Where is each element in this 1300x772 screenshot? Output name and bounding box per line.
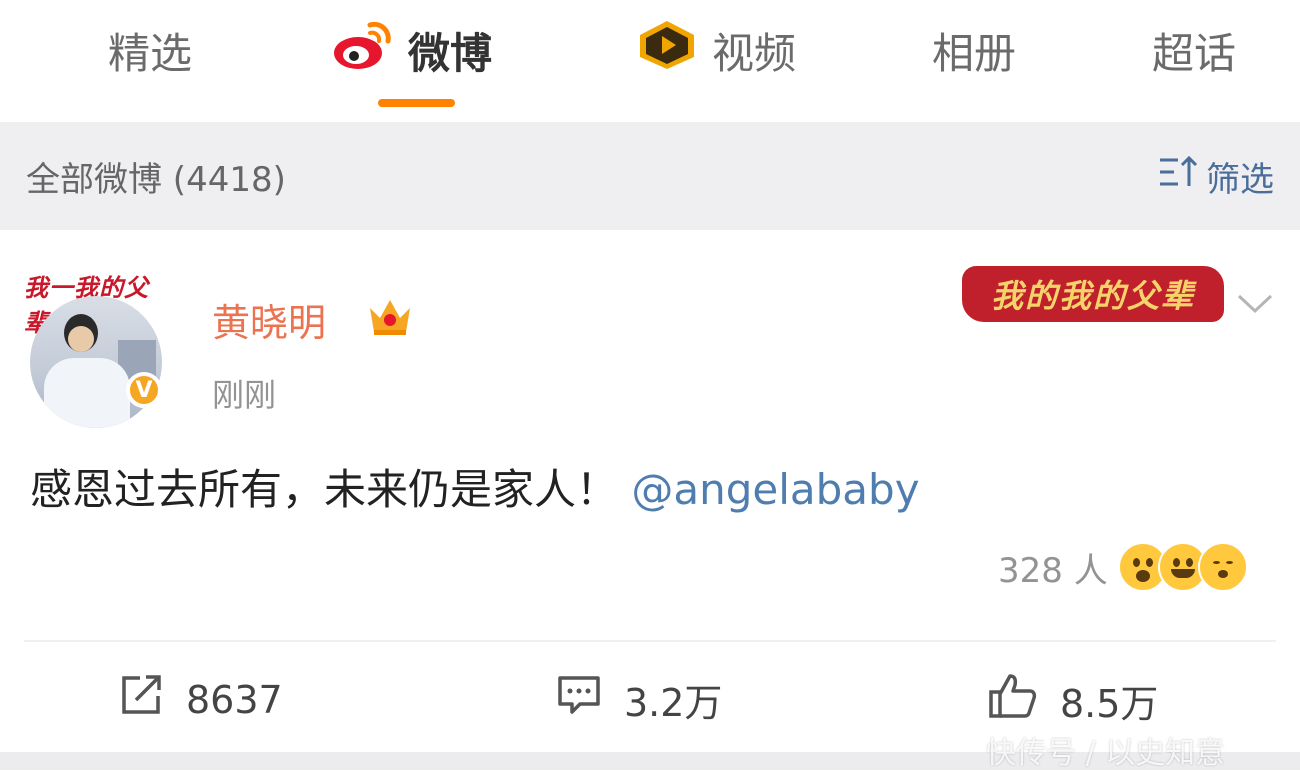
post-username[interactable]: 黄晓明 xyxy=(212,292,326,347)
post-timestamp: 刚刚 xyxy=(212,376,277,414)
comment-icon xyxy=(556,672,624,727)
tab-label: 微博 xyxy=(408,28,493,78)
filter-button-label: 筛选 xyxy=(1206,160,1274,200)
comment-button[interactable]: 3.2万 xyxy=(556,672,722,727)
verified-badge: V xyxy=(126,372,162,408)
tab-featured[interactable]: 精选 xyxy=(108,18,192,82)
post-content: 感恩过去所有，未来仍是家人！ @angelababy xyxy=(30,456,920,517)
repost-icon xyxy=(118,672,186,727)
reactions-count: 328 人 xyxy=(998,550,1108,591)
filter-button[interactable]: 筛选 xyxy=(1158,152,1274,201)
tab-label: 超话 xyxy=(1152,28,1237,78)
repost-button[interactable]: 8637 xyxy=(118,672,283,727)
crown-icon xyxy=(366,296,414,342)
comment-count: 3.2万 xyxy=(624,681,723,725)
avatar-photo xyxy=(30,296,162,428)
promo-banner[interactable]: 我的我的父辈 xyxy=(962,266,1224,322)
weibo-logo-icon xyxy=(332,19,394,81)
like-icon xyxy=(988,672,1060,729)
active-tab-indicator xyxy=(378,99,455,107)
like-count: 8.5万 xyxy=(1060,682,1159,726)
tab-label: 精选 xyxy=(108,28,193,78)
tab-album[interactable]: 相册 xyxy=(932,18,1016,82)
filter-sort-icon xyxy=(1158,154,1206,199)
tab-label: 相册 xyxy=(932,28,1017,78)
top-tab-bar: 精选 微博 视频 相册 超话 xyxy=(0,0,1300,120)
avatar[interactable]: 我一我的父辈 V xyxy=(18,264,173,428)
tab-label: 视频 xyxy=(712,28,797,78)
watermark: 快传号 / 以史知意 xyxy=(986,736,1226,771)
tab-weibo[interactable]: 微博 xyxy=(332,18,492,82)
tab-video[interactable]: 视频 xyxy=(636,18,796,82)
repost-count: 8637 xyxy=(186,677,283,722)
like-button[interactable]: 8.5万 xyxy=(988,672,1158,729)
chevron-down-icon[interactable] xyxy=(1236,292,1274,320)
mention-link[interactable]: @angelababy xyxy=(631,465,919,514)
reactions-summary[interactable]: 328 人 xyxy=(998,542,1248,592)
video-play-icon xyxy=(636,19,698,81)
tab-supertopic[interactable]: 超话 xyxy=(1152,18,1236,82)
post-text: 感恩过去所有，未来仍是家人！ xyxy=(30,465,619,514)
all-posts-count: 全部微博 (4418) xyxy=(26,160,286,200)
filter-bar: 全部微博 (4418) 筛选 xyxy=(0,122,1300,230)
post-card: 我一我的父辈 V 黄晓明 刚刚 我的我的父辈 感恩过去所有，未来仍是家人！ @a… xyxy=(0,230,1300,640)
sleepy-emoji-icon xyxy=(1197,542,1248,592)
